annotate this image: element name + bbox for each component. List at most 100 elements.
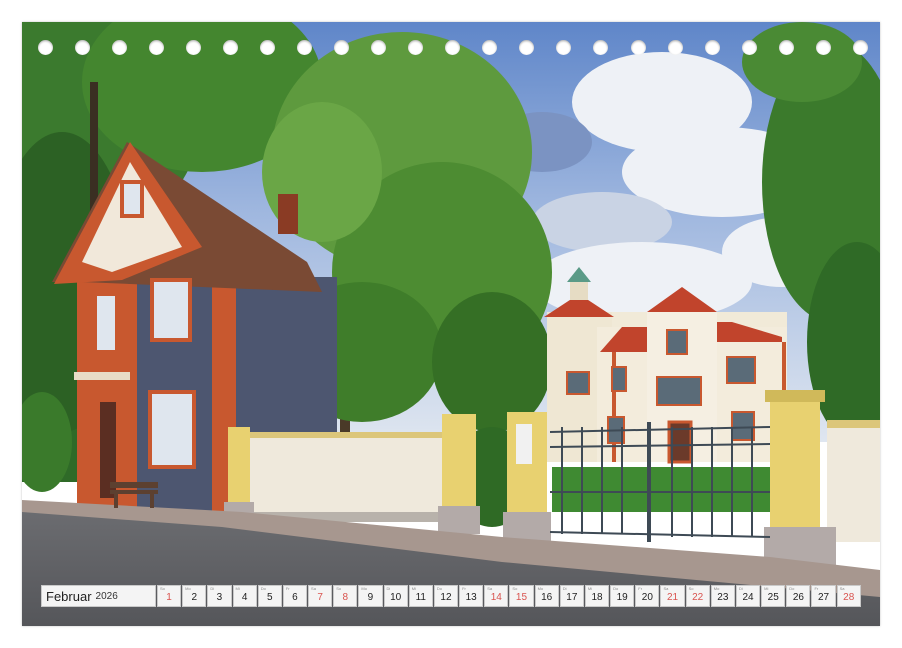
binding-hole [778,40,794,55]
day-number: 18 [591,592,603,603]
day-cell: Sa 28 [836,585,861,607]
day-number: 16 [541,592,553,603]
day-cell: Mo 16 [534,585,559,607]
day-cell: Mo 2 [182,585,207,607]
weekday-abbr: Di [210,586,215,591]
binding-hole [630,40,646,55]
day-cell: Di 10 [383,585,408,607]
weekday-abbr: Do [436,586,443,591]
day-number: 7 [317,592,323,603]
day-number: 5 [266,592,273,603]
weekday-abbr: Di [738,586,743,591]
binding-hole [556,40,572,55]
day-cell: Di 24 [735,585,761,607]
weekday-abbr: Sa [839,586,845,591]
day-cell: Mo 23 [710,585,735,607]
day-cell: Di 3 [207,585,232,607]
day-number: 28 [843,592,855,603]
day-cell: Fr 20 [635,585,660,607]
day-number: 21 [666,592,679,603]
binding-hole [223,40,239,55]
weekday-abbr: Do [789,586,795,591]
binding-hole [667,40,683,55]
day-number: 24 [742,592,754,603]
day-number: 12 [440,592,452,603]
binding-hole [186,40,202,55]
day-number: 27 [817,592,830,603]
day-number: 20 [641,592,653,603]
weekday-abbr: Sa [311,586,316,591]
day-cell: Do 5 [257,585,282,607]
weekday-abbr: So [160,586,165,591]
binding-hole [482,40,498,55]
weekday-abbr: Mo [713,586,720,591]
weekday-abbr: So [688,586,694,591]
weekday-abbr: Mi [587,586,593,591]
weekday-abbr: Do [260,586,266,591]
binding-hole [704,40,720,55]
binding-hole [741,40,757,55]
binding-hole [149,40,165,55]
day-cell: So 22 [685,585,710,607]
weekday-abbr: Mi [411,586,416,591]
day-number: 6 [292,592,298,603]
day-number: 15 [515,592,528,603]
weekday-abbr: Do [613,586,619,591]
day-cell: Mi 18 [584,585,610,607]
weekday-abbr: So [336,586,342,591]
day-cell: Mi 11 [408,585,433,607]
lawn [552,467,777,512]
binding-hole [297,40,313,55]
day-number: 14 [490,592,502,603]
day-cell: Do 12 [433,585,459,607]
binding-hole [38,40,53,55]
weekday-abbr: Di [386,586,391,591]
day-cell: So 15 [509,585,534,607]
day-cell: Fr 27 [811,585,836,607]
weekday-abbr: Mo [361,586,367,591]
day-cell: Di 17 [559,585,584,607]
day-number: 19 [616,592,628,603]
binding-hole [371,40,387,55]
day-number: 17 [566,592,578,603]
binding-hole [260,40,276,55]
day-cell: Do 26 [786,585,811,607]
weekday-abbr: Mi [764,586,769,591]
weekday-abbr: Mo [537,586,544,591]
weekday-abbr: So [512,586,518,591]
weekday-abbr: Sa [663,586,669,591]
day-number: 26 [792,592,804,603]
day-cell: Sa 14 [484,585,509,607]
binding-hole [445,40,461,55]
binding-hole [408,40,424,55]
weekday-abbr: Fr [285,586,290,591]
binding-hole [593,40,609,55]
month-year: 2026 [95,590,118,602]
day-cell: Sa 7 [308,585,333,607]
calendar-date-strip: Februar 2026 So 1 Mo 2 Di 3 Mi 4 Do 5 Fr 6 Sa 7 So 8 Mo 9… [41,585,861,607]
weekday-abbr: Mi [235,586,240,591]
day-cell: Do 19 [610,585,635,607]
photo-villa-street-scene [22,22,880,626]
day-number: 9 [367,592,374,603]
day-number: 10 [390,592,402,603]
day-number: 3 [216,592,223,603]
month-label-box: Februar 2026 [41,585,156,607]
day-number: 11 [415,592,426,603]
binding-hole [112,40,128,55]
day-cell: Fr 6 [282,585,308,607]
day-cell: Mi 4 [232,585,257,607]
day-cell: So 8 [333,585,358,607]
day-cell: So 1 [157,585,182,607]
binding-hole [815,40,831,55]
weekday-abbr: Di [562,586,567,591]
day-number: 2 [191,592,198,603]
day-cell: Mi 25 [761,585,786,607]
day-cell: Sa 21 [660,585,685,607]
binding-hole [75,40,91,55]
day-cell: Fr 13 [459,585,484,607]
binding-holes [38,40,868,56]
weekday-abbr: Fr [814,586,819,591]
month-name: Februar [46,588,92,604]
weekday-abbr: Mo [185,586,191,591]
